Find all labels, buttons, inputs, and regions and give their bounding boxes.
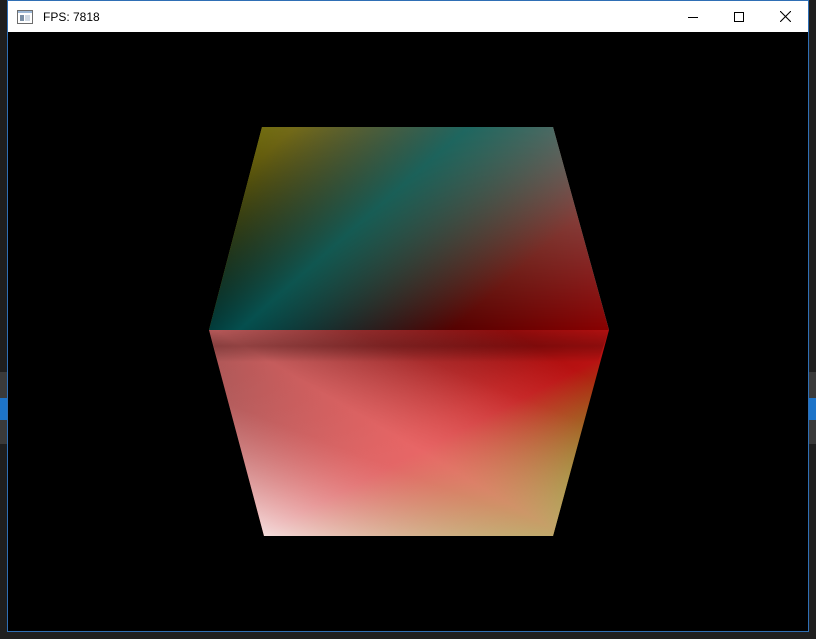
app-window: FPS: 7818 [7, 0, 809, 632]
window-app-icon[interactable] [17, 9, 33, 24]
close-button[interactable] [762, 1, 808, 32]
title-bar[interactable]: FPS: 7818 [8, 1, 808, 32]
minimize-button[interactable] [670, 1, 716, 32]
cube-center-seam [209, 330, 609, 362]
minimize-icon [688, 16, 698, 18]
rgb-color-cube [209, 127, 609, 536]
maximize-button[interactable] [716, 1, 762, 32]
close-icon [779, 11, 791, 22]
maximize-icon [734, 11, 744, 22]
render-viewport[interactable] [8, 32, 808, 631]
window-title: FPS: 7818 [43, 9, 100, 24]
cube-upper-face [209, 127, 609, 330]
